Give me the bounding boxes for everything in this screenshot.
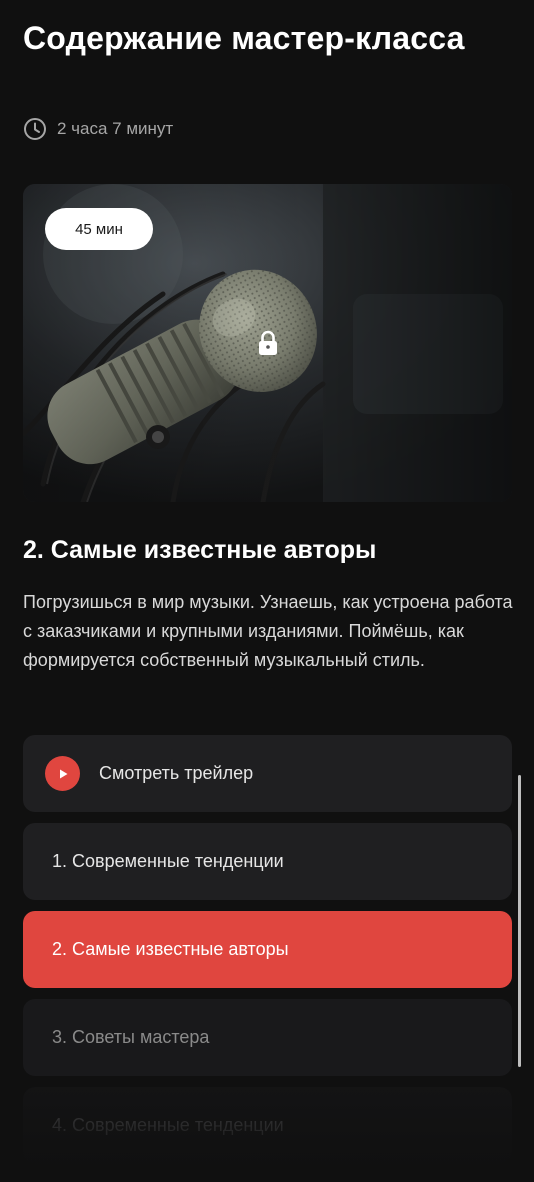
video-preview[interactable]: 45 мин — [23, 184, 512, 502]
lesson-title: 2. Самые известные авторы — [23, 536, 377, 564]
lesson-item-label: 3. Советы мастера — [52, 1027, 210, 1047]
lock-icon — [257, 330, 279, 356]
watch-trailer-button[interactable]: Смотреть трейлер — [23, 735, 512, 812]
lesson-item-label: 1. Современные тенденции — [52, 851, 284, 871]
duration-badge: 45 мин — [45, 208, 153, 250]
duration-row: 2 часа 7 минут — [23, 116, 173, 142]
lesson-item-label: 2. Самые известные авторы — [52, 939, 289, 959]
lesson-description: Погрузишься в мир музыки. Узнаешь, как у… — [23, 592, 513, 670]
play-icon — [45, 756, 80, 791]
watch-trailer-label: Смотреть трейлер — [99, 763, 254, 783]
lesson-item-3[interactable]: 3. Советы мастера — [23, 999, 512, 1076]
duration-text: 2 часа 7 минут — [57, 119, 174, 138]
lesson-item-label: 4. Современные тенденции — [52, 1115, 284, 1135]
lesson-item-1[interactable]: 1. Современные тенденции — [23, 823, 512, 900]
page-title: Содержание мастер-класса — [23, 20, 465, 56]
lesson-item-4[interactable]: 4. Современные тенденции — [23, 1087, 512, 1164]
scrollbar[interactable] — [518, 775, 521, 1067]
lesson-item-2[interactable]: 2. Самые известные авторы — [23, 911, 512, 988]
clock-icon — [23, 117, 47, 141]
